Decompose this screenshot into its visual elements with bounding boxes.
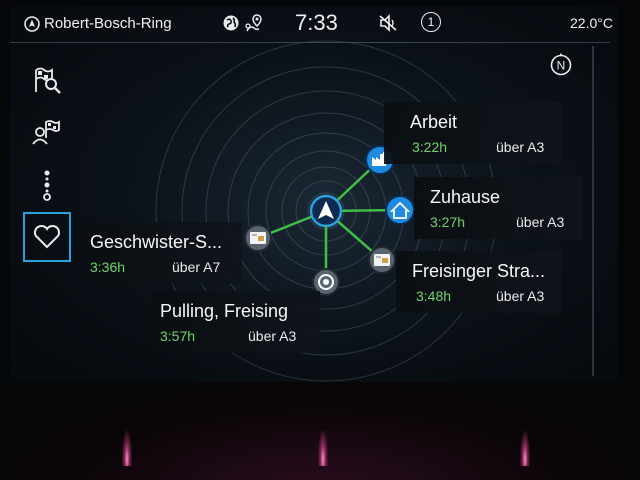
- destination-eta: 3:22h: [412, 139, 448, 155]
- zuhause-node[interactable]: [385, 195, 415, 225]
- destination-route: über A3: [496, 288, 545, 304]
- destination-name: Arbeit: [410, 112, 458, 132]
- geschwister-node[interactable]: [244, 224, 272, 252]
- ambient-light: [520, 430, 530, 466]
- svg-text:N: N: [557, 59, 566, 73]
- ambient-light: [122, 430, 132, 466]
- destination-eta: 3:48h: [416, 288, 452, 304]
- notification-badge[interactable]: 1: [421, 12, 441, 32]
- scroll-rail[interactable]: [592, 46, 594, 376]
- destination-route: über A3: [248, 328, 297, 344]
- destination-card-geschwister[interactable]: Geschwister-S... 3:36h über A7: [82, 222, 242, 284]
- destination-route: über A3: [496, 139, 545, 155]
- destination-name: Zuhause: [430, 187, 501, 207]
- destination-route: über A7: [172, 259, 221, 275]
- freisinger-node[interactable]: [368, 246, 396, 274]
- destination-card-arbeit[interactable]: Arbeit 3:22h über A3: [384, 102, 562, 164]
- destination-name: Geschwister-S...: [90, 232, 223, 252]
- current-position-marker: [309, 194, 343, 228]
- sidebar-item-contacts-destination[interactable]: [24, 110, 70, 156]
- route-pin-icon[interactable]: [244, 13, 264, 33]
- destination-card-zuhause[interactable]: Zuhause 3:27h über A3: [414, 177, 582, 239]
- sidebar-item-favorites[interactable]: [23, 212, 71, 262]
- heart-icon: [33, 224, 61, 249]
- infotainment-screen: Robert-Bosch-Ring 7:33 1 22.0°C N Arbeit…: [10, 6, 618, 382]
- person-flag-icon: [32, 120, 60, 145]
- destination-eta: 3:57h: [160, 328, 196, 344]
- destination-eta: 3:36h: [90, 259, 126, 275]
- destination-route: über A3: [516, 214, 565, 230]
- temperature: 22.0°C: [570, 15, 613, 31]
- destination-name: Pulling, Freising: [160, 301, 289, 321]
- destination-card-pulling[interactable]: Pulling, Freising 3:57h über A3: [152, 291, 320, 353]
- status-bar: Robert-Bosch-Ring 7:33 1 22.0°C: [10, 6, 618, 43]
- globe-icon[interactable]: [222, 14, 240, 32]
- location-arrow-icon: [24, 16, 40, 32]
- destination-card-freisinger[interactable]: Freisinger Stra... 3:48h über A3: [396, 251, 562, 313]
- compass-icon[interactable]: N: [549, 53, 573, 77]
- ambient-light: [318, 430, 328, 466]
- mute-icon[interactable]: [378, 14, 398, 32]
- statusbar-divider: [10, 42, 610, 43]
- route-icon: [43, 170, 51, 201]
- clock: 7:33: [295, 10, 338, 35]
- destination-eta: 3:27h: [430, 214, 466, 230]
- current-location: Robert-Bosch-Ring: [44, 15, 172, 32]
- destination-name: Freisinger Stra...: [412, 261, 546, 281]
- sidebar-item-route-stops[interactable]: [24, 162, 70, 208]
- flag-search-icon: [35, 67, 61, 94]
- sidebar-item-search-destination[interactable]: [24, 58, 70, 104]
